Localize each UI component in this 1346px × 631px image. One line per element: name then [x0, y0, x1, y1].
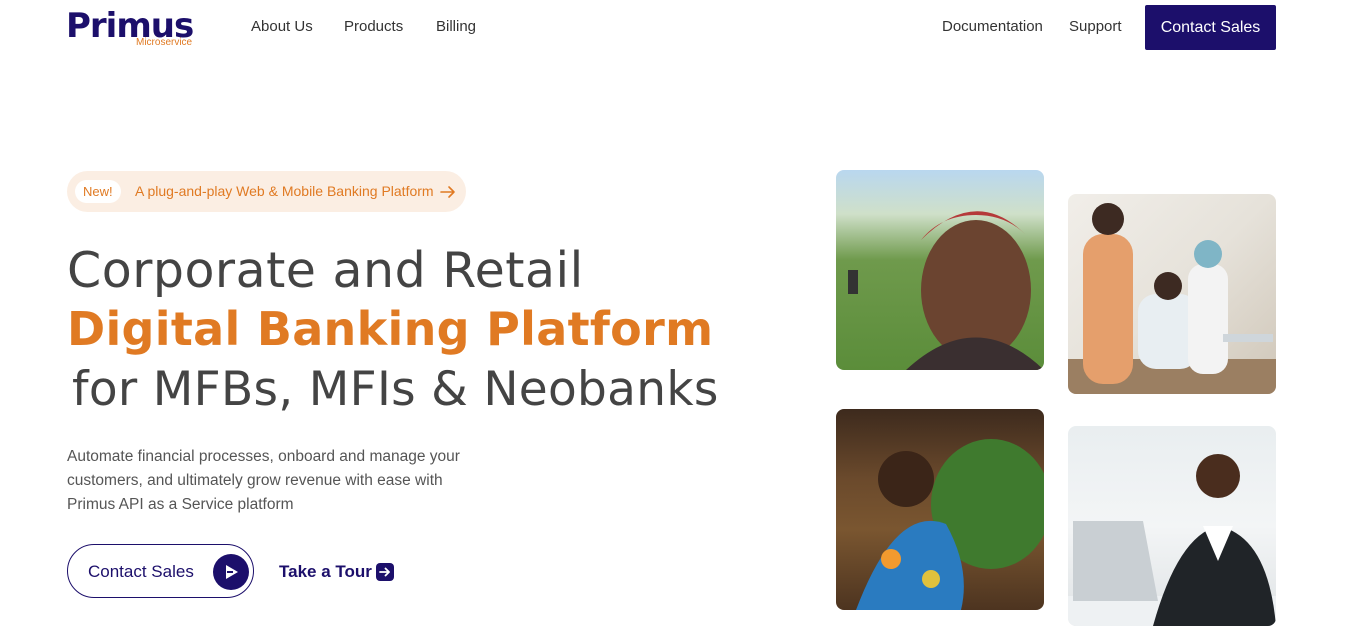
- hero-heading-line-2: Digital Banking Platform: [67, 302, 714, 356]
- take-a-tour-link[interactable]: Take a Tour: [279, 562, 372, 582]
- contact-sales-button-header[interactable]: Contact Sales: [1145, 5, 1276, 50]
- nav-about-us[interactable]: About Us: [251, 18, 313, 35]
- nav-billing[interactable]: Billing: [436, 18, 476, 35]
- arrow-right-square-icon[interactable]: [376, 563, 394, 581]
- announcement-text: A plug-and-play Web & Mobile Banking Pla…: [135, 183, 434, 199]
- nav-support[interactable]: Support: [1069, 18, 1122, 35]
- logo-subtitle: Microservice: [136, 37, 193, 48]
- hero-description: Automate financial processes, onboard an…: [67, 448, 460, 513]
- site-header: Primus Microservice About Us Products Bi…: [0, 0, 1346, 56]
- arrow-right-icon: [440, 186, 455, 198]
- photo-farmer-on-phone: [836, 170, 1044, 370]
- photo-office-team: [1068, 194, 1276, 394]
- nav-products[interactable]: Products: [344, 18, 403, 35]
- photo-man-with-laptop: [1068, 426, 1276, 626]
- new-badge: New!: [75, 180, 121, 203]
- contact-sales-label: Contact Sales: [88, 562, 194, 581]
- announcement-pill[interactable]: New! A plug-and-play Web & Mobile Bankin…: [67, 171, 466, 212]
- photo-market-woman-phone: [836, 409, 1044, 610]
- nav-documentation[interactable]: Documentation: [942, 18, 1043, 35]
- hero-heading-line-1: Corporate and Retail: [67, 242, 584, 299]
- contact-sales-button[interactable]: Contact Sales: [67, 544, 254, 598]
- primus-logo[interactable]: Primus Microservice: [66, 6, 206, 50]
- play-icon: [213, 554, 249, 590]
- hero-heading-line-3: for MFBs, MFIs & Neobanks: [72, 362, 719, 417]
